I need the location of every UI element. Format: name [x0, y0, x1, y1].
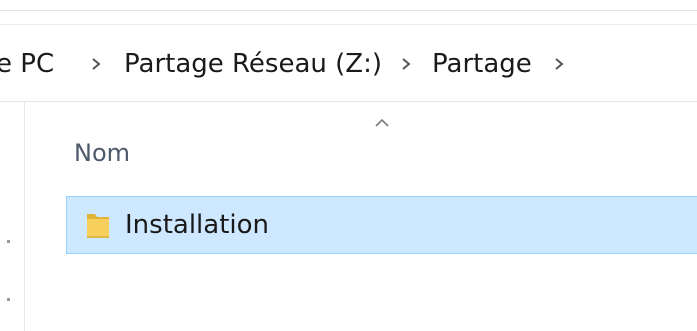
breadcrumb-item-partage-reseau[interactable]: Partage Réseau (Z:)	[124, 48, 382, 80]
file-explorer-window: e PC Partage Réseau (Z:) Partage Nom Ins…	[0, 0, 697, 331]
column-header-name[interactable]: Nom	[74, 138, 130, 168]
toolbar-strip	[0, 0, 697, 10]
folder-icon	[85, 209, 111, 241]
navigation-pane[interactable]	[0, 102, 25, 331]
toolbar-divider	[0, 10, 697, 11]
breadcrumb-item-partage[interactable]: Partage	[432, 48, 532, 80]
table-row[interactable]: Installation	[66, 196, 697, 254]
address-bar-divider	[0, 101, 697, 102]
chevron-right-icon[interactable]	[86, 50, 106, 78]
nav-item-marker	[7, 298, 10, 301]
file-name: Installation	[125, 210, 270, 240]
chevron-right-icon[interactable]	[549, 50, 569, 78]
chevron-up-icon	[372, 115, 392, 129]
breadcrumb-item-this-pc[interactable]: e PC	[0, 48, 54, 80]
nav-item-marker	[7, 240, 10, 243]
chevron-right-icon[interactable]	[396, 50, 416, 78]
